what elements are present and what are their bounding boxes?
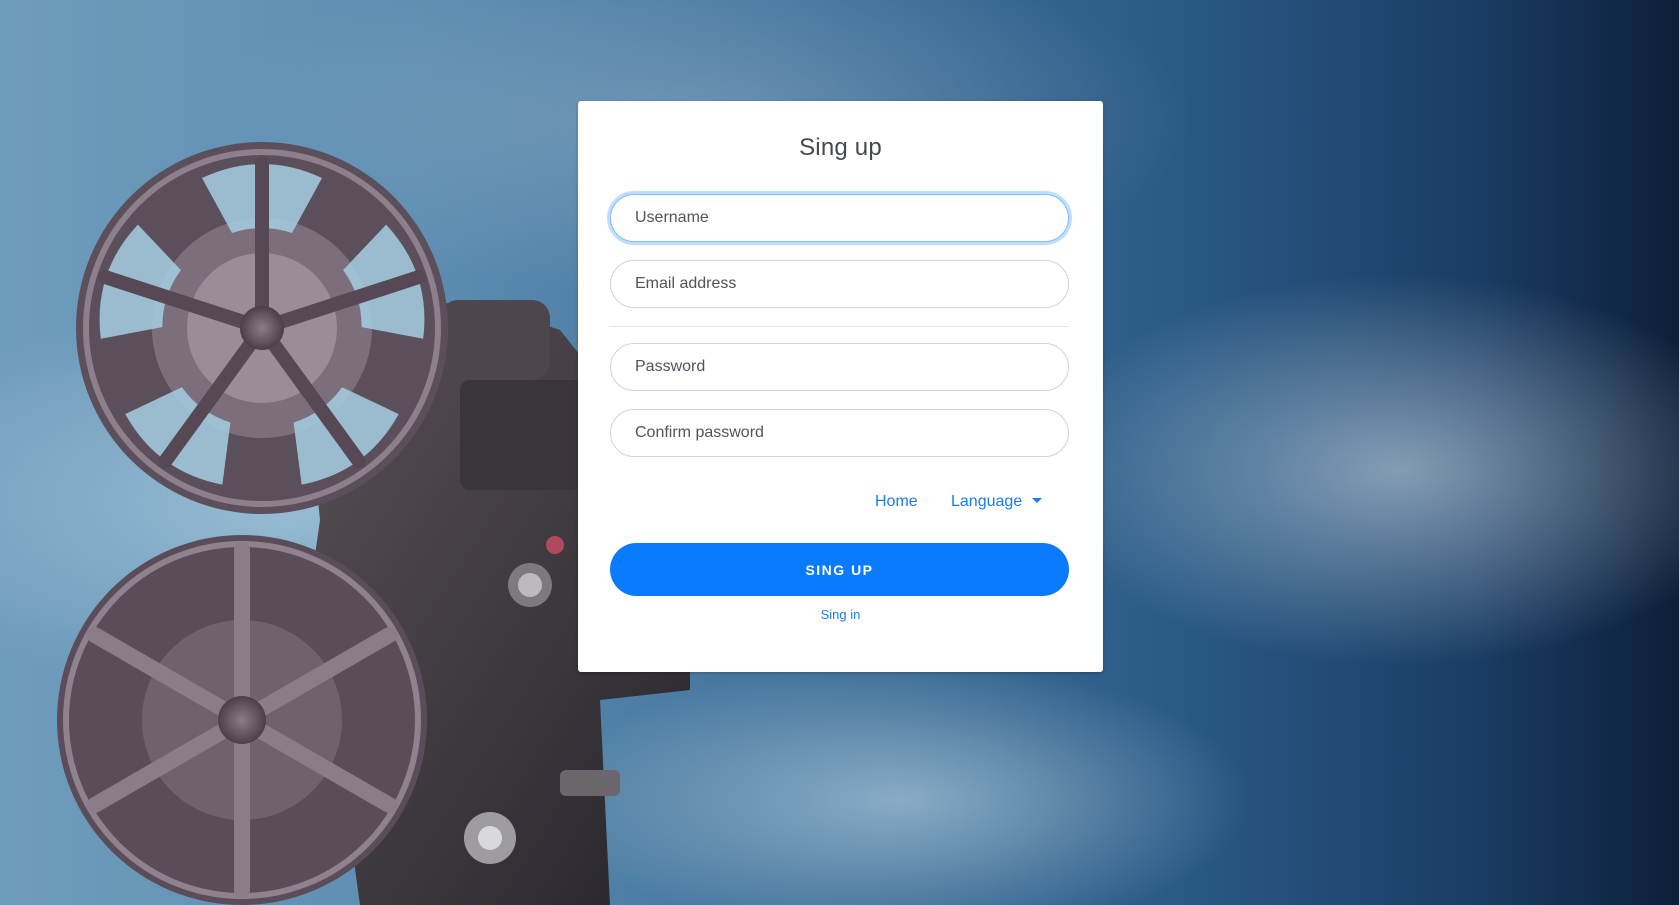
signup-button[interactable]: SING UP (610, 543, 1069, 596)
language-dropdown[interactable]: Language (951, 493, 1043, 511)
email-field[interactable] (610, 260, 1069, 308)
page-title: Sing up (799, 134, 882, 161)
password-field[interactable] (610, 343, 1069, 391)
signin-link[interactable]: Sing in (578, 607, 1103, 622)
signup-page: Sing up Home Language SING UP Sing in (0, 0, 1679, 905)
form-divider (610, 326, 1069, 327)
caret-down-icon (1032, 498, 1043, 503)
signup-card: Sing up Home Language SING UP Sing in (578, 101, 1103, 672)
home-link[interactable]: Home (875, 493, 918, 511)
username-field[interactable] (610, 194, 1069, 242)
confirm-password-field[interactable] (610, 409, 1069, 457)
language-dropdown-label: Language (951, 493, 1023, 510)
